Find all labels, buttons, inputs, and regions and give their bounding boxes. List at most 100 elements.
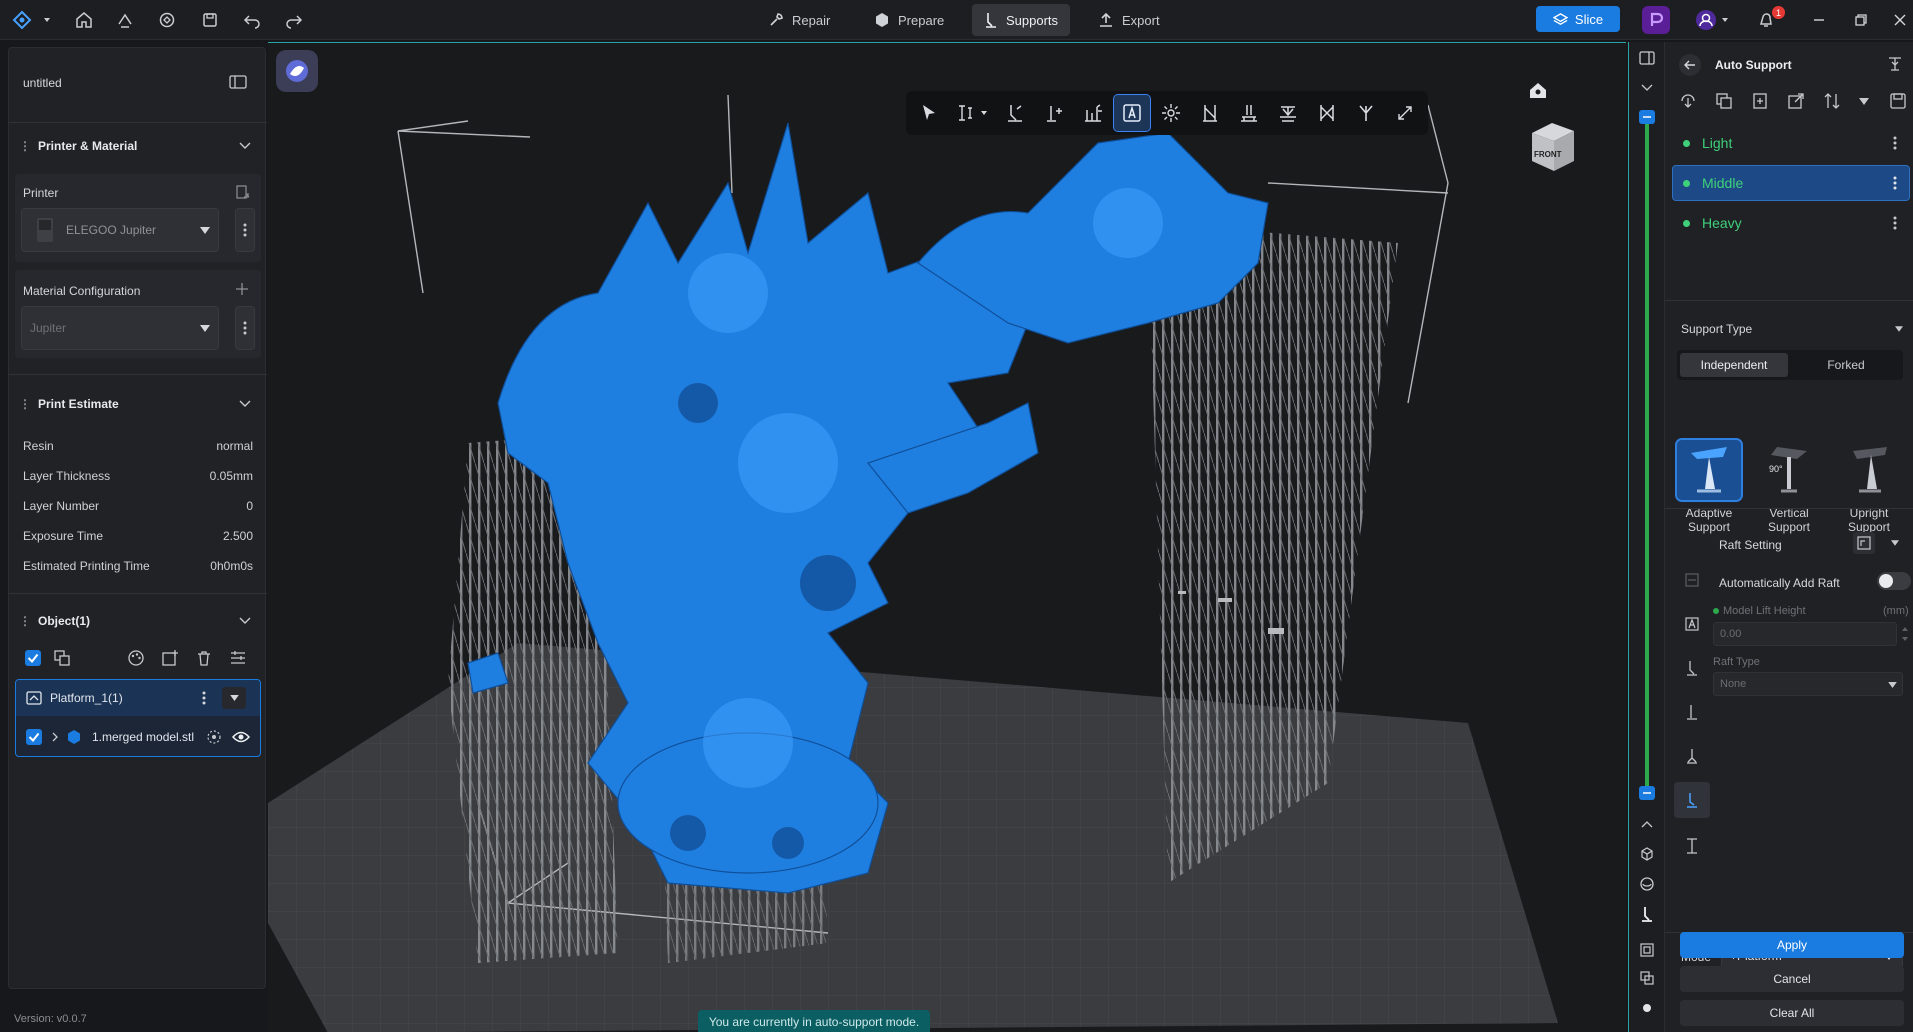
printer-settings-icon[interactable] — [235, 184, 251, 200]
raft-icon[interactable] — [1270, 95, 1306, 131]
select-all-checkbox[interactable] — [25, 650, 41, 666]
printer-select[interactable]: ELEGOO Jupiter — [21, 208, 219, 252]
kebab-icon[interactable] — [1893, 215, 1897, 231]
raft-checkbox-icon[interactable] — [1680, 568, 1704, 592]
layer-slider-bottom-handle[interactable] — [1639, 786, 1655, 800]
layout-icon[interactable] — [1635, 46, 1659, 70]
printer-icon[interactable] — [113, 8, 137, 32]
model-checkbox[interactable] — [26, 729, 42, 745]
brace-icon[interactable] — [1192, 95, 1228, 131]
3d-viewport[interactable]: FRONT You are currently in auto-support … — [268, 42, 1626, 1032]
panel-toggle-icon[interactable] — [229, 74, 247, 90]
cross-brace-icon[interactable] — [1309, 95, 1345, 131]
adaptive-support-card[interactable]: Adaptive Support — [1675, 438, 1743, 534]
palette-icon[interactable] — [127, 649, 145, 667]
save-icon[interactable] — [1889, 92, 1907, 110]
auto-add-raft-toggle[interactable] — [1877, 572, 1911, 590]
support-view-icon[interactable] — [1635, 902, 1659, 926]
select-tool-icon[interactable] — [911, 95, 947, 131]
letter-a-icon[interactable] — [1680, 612, 1704, 636]
print-estimate-header[interactable]: ⋮ Print Estimate — [9, 388, 267, 420]
save-icon[interactable] — [198, 8, 222, 32]
support-type-3-icon[interactable] — [1680, 744, 1704, 768]
platform-row[interactable]: Platform_1(1) — [16, 680, 260, 716]
dot-indicator-icon[interactable] — [1635, 996, 1659, 1020]
model-row[interactable]: 1.merged model.stl — [16, 718, 260, 756]
support-type-4-button[interactable] — [1674, 782, 1710, 818]
chevron-down-icon[interactable] — [1891, 540, 1899, 546]
fork-support-icon[interactable] — [1348, 95, 1384, 131]
island-detect-icon[interactable] — [1153, 95, 1189, 131]
chevron-down-icon[interactable] — [40, 8, 54, 32]
measure-tool-icon[interactable] — [950, 95, 994, 131]
support-type-5-icon[interactable] — [1680, 834, 1704, 858]
slice-button[interactable]: Slice — [1536, 6, 1620, 32]
restore-icon[interactable] — [1848, 8, 1874, 32]
tab-prepare[interactable]: Prepare — [862, 4, 956, 36]
eye-icon[interactable] — [232, 730, 250, 744]
tab-forked[interactable]: Forked — [1792, 353, 1900, 377]
copy-view-icon[interactable] — [1635, 966, 1659, 990]
tab-repair[interactable]: Repair — [756, 4, 842, 36]
assistant-icon[interactable] — [276, 50, 318, 92]
stepper-icon[interactable] — [1901, 624, 1909, 644]
export-preset-icon[interactable] — [1787, 92, 1805, 110]
kebab-icon[interactable] — [202, 690, 206, 706]
add-material-icon[interactable] — [235, 282, 249, 296]
sort-icon[interactable] — [1823, 92, 1841, 110]
tab-independent[interactable]: Independent — [1680, 353, 1788, 377]
cancel-button[interactable]: Cancel — [1680, 966, 1904, 992]
view-cube[interactable]: FRONT — [1526, 119, 1582, 175]
model-lift-height-input[interactable]: 0.00 — [1713, 622, 1897, 646]
arrange-icon[interactable] — [229, 649, 247, 667]
preset-heavy[interactable]: Heavy — [1673, 206, 1909, 240]
auto-support-icon[interactable] — [1113, 94, 1151, 132]
support-type-2-icon[interactable] — [1680, 700, 1704, 724]
perspective-icon[interactable] — [1635, 872, 1659, 896]
copy-preset-icon[interactable] — [1715, 92, 1733, 110]
back-button[interactable] — [1679, 54, 1701, 76]
tree-support-icon[interactable] — [1075, 95, 1111, 131]
preset-middle[interactable]: Middle — [1672, 165, 1910, 201]
fullscreen-icon[interactable] — [1387, 95, 1423, 131]
layer-slider-top-handle[interactable] — [1639, 110, 1655, 124]
chevron-down-icon[interactable] — [1895, 326, 1903, 332]
chevron-right-icon[interactable] — [52, 732, 58, 742]
objects-header[interactable]: ⋮ Object(1) — [9, 605, 267, 637]
account-chevron-down-icon[interactable] — [1718, 8, 1732, 32]
trash-icon[interactable] — [195, 649, 213, 667]
add-support-icon[interactable] — [997, 95, 1033, 131]
vertical-support-card[interactable]: 90° Vertical Support — [1755, 440, 1823, 534]
apply-button[interactable]: Apply — [1680, 932, 1904, 958]
group-select-icon[interactable] — [53, 649, 71, 667]
import-preset-icon[interactable] — [1679, 92, 1697, 110]
plugin-icon[interactable] — [1642, 6, 1670, 34]
scene-canvas[interactable] — [268, 43, 1626, 1032]
account-avatar-icon[interactable] — [1694, 8, 1718, 32]
platform-expand-button[interactable] — [222, 687, 246, 709]
more-dropdown-icon[interactable] — [1859, 98, 1869, 105]
printer-more-button[interactable] — [235, 208, 255, 252]
home-icon[interactable] — [72, 8, 96, 32]
kebab-icon[interactable] — [1893, 175, 1897, 191]
platform-support-icon[interactable] — [1231, 95, 1267, 131]
chevron-up-icon[interactable] — [1635, 812, 1659, 836]
clear-all-button[interactable]: Clear All — [1680, 1000, 1904, 1026]
kebab-icon[interactable] — [1893, 135, 1897, 151]
add-object-icon[interactable] — [161, 649, 179, 667]
raft-preview-button[interactable] — [1853, 532, 1875, 554]
app-logo-icon[interactable] — [10, 8, 34, 32]
frame-icon[interactable] — [1635, 938, 1659, 962]
cube-view-icon[interactable] — [1635, 842, 1659, 866]
material-select[interactable]: Jupiter — [21, 306, 219, 350]
home-view-icon[interactable] — [1528, 81, 1548, 99]
raft-type-select[interactable]: None — [1713, 672, 1903, 696]
material-more-button[interactable] — [235, 306, 255, 350]
redo-icon[interactable] — [282, 8, 306, 32]
auto-support-mode-icon[interactable] — [1887, 56, 1903, 72]
model-library-icon[interactable] — [155, 8, 179, 32]
focus-icon[interactable] — [206, 729, 222, 745]
layer-slider-track[interactable] — [1645, 112, 1649, 788]
save-preset-icon[interactable] — [1751, 92, 1769, 110]
close-icon[interactable] — [1887, 8, 1913, 32]
